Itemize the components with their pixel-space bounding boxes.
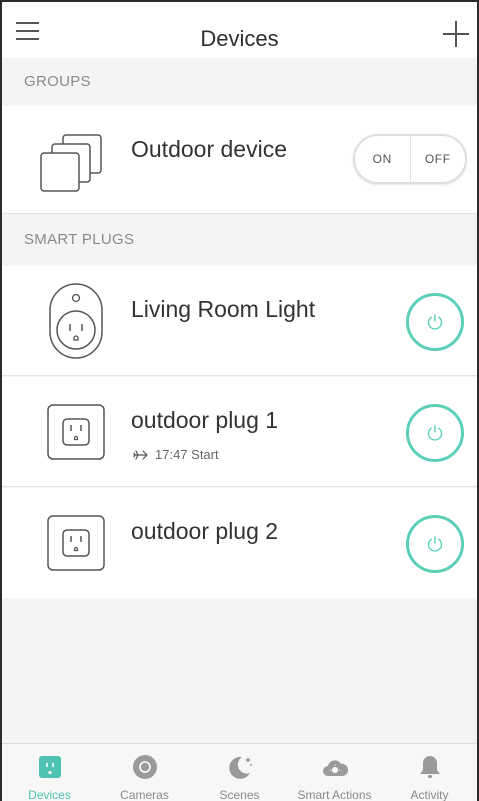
power-icon: [427, 314, 443, 330]
toggle-on-button[interactable]: ON: [355, 136, 410, 182]
power-button[interactable]: [406, 515, 464, 573]
tab-cameras[interactable]: Cameras: [97, 744, 192, 801]
power-icon: [427, 425, 443, 441]
plug-row-outdoor-plug-1[interactable]: outdoor plug 1 17:47 Start: [2, 377, 477, 487]
bell-icon: [419, 756, 440, 778]
schedule-text: 17:47 Start: [155, 447, 219, 462]
tab-label: Smart Actions: [297, 788, 372, 801]
cloud-sun-icon: [322, 760, 348, 776]
power-button[interactable]: [406, 293, 464, 351]
tab-label: Cameras: [120, 788, 169, 801]
power-icon: [427, 536, 443, 552]
camera-icon: [132, 755, 157, 779]
schedule-info: 17:47 Start: [133, 447, 219, 462]
tab-activity[interactable]: Activity: [382, 744, 477, 801]
tab-label: Scenes: [219, 788, 260, 801]
group-name: Outdoor device: [131, 136, 287, 162]
plus-icon[interactable]: [443, 21, 469, 47]
airplane-icon: [133, 449, 148, 460]
bottom-tab-bar: Devices Cameras Scenes Smart Actions Act…: [2, 743, 477, 801]
tab-label: Devices: [28, 788, 71, 801]
devices-icon: [38, 756, 61, 778]
group-on-off-toggle[interactable]: ON OFF: [353, 134, 467, 184]
outlet-icon: [47, 404, 105, 460]
plug-name: Living Room Light: [131, 296, 316, 322]
plug-name: outdoor plug 2: [131, 518, 279, 544]
plug-name: outdoor plug 1: [131, 407, 279, 433]
tab-devices[interactable]: Devices: [2, 744, 97, 801]
device-group-icon: [40, 134, 102, 192]
section-label-groups: GROUPS: [2, 58, 477, 106]
section-label-smart-plugs: SMART PLUGS: [2, 216, 477, 264]
smart-plug-icon: [49, 283, 103, 359]
power-button[interactable]: [406, 404, 464, 462]
moon-stars-icon: [228, 756, 252, 779]
tab-scenes[interactable]: Scenes: [192, 744, 287, 801]
toggle-off-button[interactable]: OFF: [409, 136, 466, 182]
tab-smart-actions[interactable]: Smart Actions: [287, 744, 382, 801]
app-header: Devices: [2, 2, 477, 58]
outlet-icon: [47, 515, 105, 571]
group-row-outdoor-device[interactable]: Outdoor device ON OFF: [2, 106, 477, 214]
plug-row-outdoor-plug-2[interactable]: outdoor plug 2: [2, 488, 477, 598]
plug-row-living-room-light[interactable]: Living Room Light: [2, 266, 477, 376]
tab-label: Activity: [410, 788, 449, 801]
page-title: Devices: [200, 26, 279, 51]
